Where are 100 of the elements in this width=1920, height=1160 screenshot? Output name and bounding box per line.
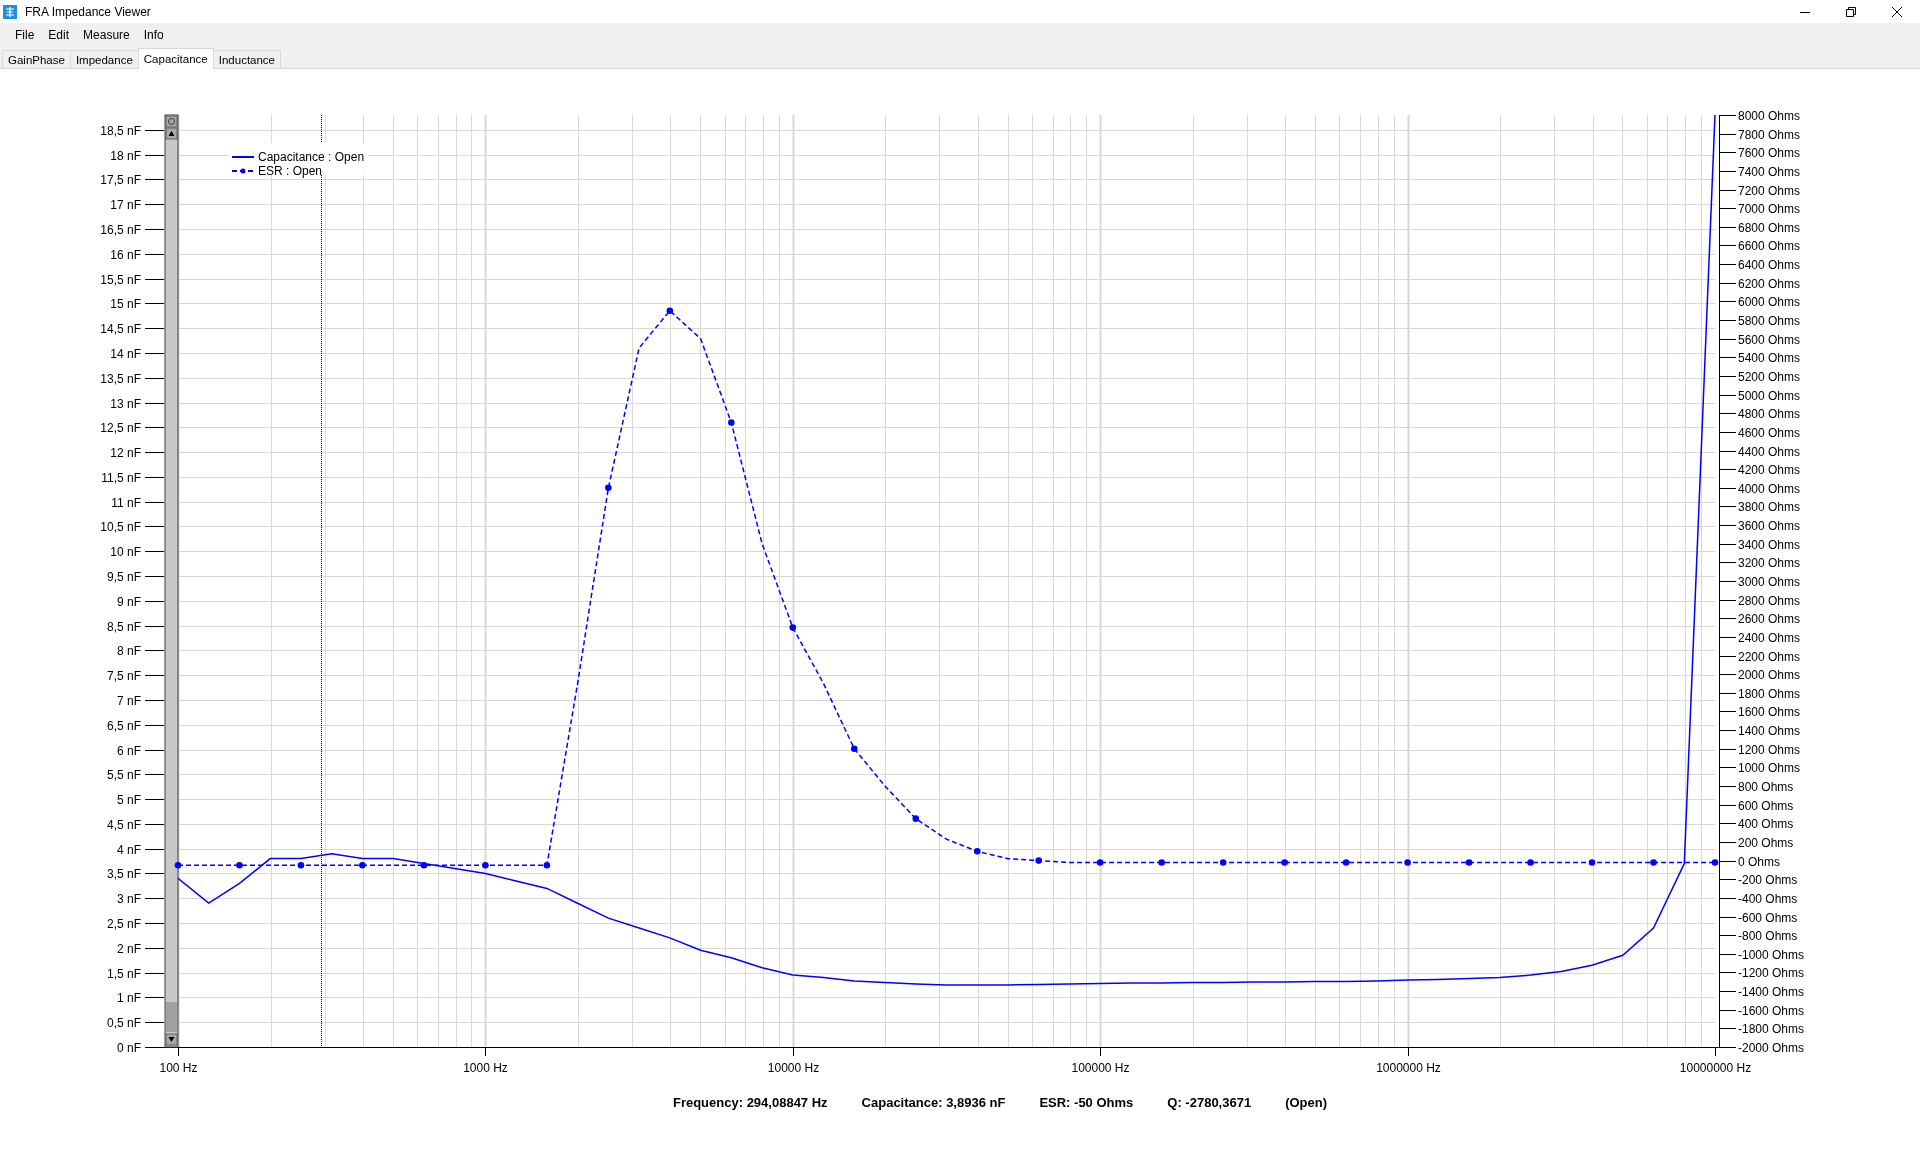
data-point <box>789 624 797 631</box>
menu-item[interactable]: File <box>8 24 42 45</box>
axis-label: 4,5 nF <box>106 817 141 832</box>
axis-label: 2800 Ohms <box>1738 593 1801 608</box>
axis-label: 5800 Ohms <box>1738 313 1801 328</box>
axis-label: 200 Ohms <box>1738 835 1794 850</box>
readout-text: Frequency: 294,08847 Hz <box>672 1095 828 1110</box>
axis-label: 10 nF <box>110 544 141 559</box>
axis-label: 4200 Ohms <box>1738 462 1801 477</box>
axis-label: 1200 Ohms <box>1738 742 1801 757</box>
axis-label: -1200 Ohms <box>1738 965 1805 980</box>
axis-label: -400 Ohms <box>1738 891 1798 906</box>
axis-label: -600 Ohms <box>1738 910 1798 925</box>
axis-label: 2200 Ohms <box>1738 649 1801 664</box>
data-point <box>297 861 305 869</box>
axis-label: 2000 Ohms <box>1738 667 1801 682</box>
axis-label: 18,5 nF <box>100 123 141 138</box>
data-point <box>1096 859 1104 866</box>
close-icon <box>1892 6 1902 17</box>
axis-label: 7800 Ohms <box>1738 127 1801 142</box>
axis-label: 7,5 nF <box>106 668 141 683</box>
scroll-up-button[interactable] <box>165 127 178 140</box>
axis-label: 1000 Ohms <box>1738 760 1801 775</box>
data-point <box>420 861 428 869</box>
data-point <box>1650 859 1657 866</box>
scrollbar[interactable] <box>164 114 179 1048</box>
menu-item[interactable]: Edit <box>41 24 77 45</box>
axis-label: 16,5 nF <box>100 222 141 237</box>
data-point <box>1404 859 1411 866</box>
axis-label: 3000 Ohms <box>1738 574 1801 589</box>
axis-label: 9 nF <box>117 594 141 609</box>
restore-icon <box>1846 6 1856 17</box>
axis-label: 5200 Ohms <box>1738 369 1801 384</box>
tab[interactable]: Capacitance <box>137 48 214 69</box>
axis-label: 3200 Ohms <box>1738 555 1801 570</box>
axis-label: 10,5 nF <box>100 519 141 534</box>
axis-label: 17 nF <box>110 197 141 212</box>
axis-label: 6800 Ohms <box>1738 220 1801 235</box>
tab[interactable]: Impedance <box>69 50 139 68</box>
axis-label: 17,5 nF <box>100 172 141 187</box>
axis-label: 6,5 nF <box>106 718 141 733</box>
axis-label: 4400 Ohms <box>1738 444 1801 459</box>
axis-label: 15,5 nF <box>100 272 141 287</box>
axis-label: 14,5 nF <box>100 321 141 336</box>
tab[interactable]: Inductance <box>212 50 281 68</box>
axis-label: 4800 Ohms <box>1738 406 1801 421</box>
axis-label: 11 nF <box>111 495 141 510</box>
axis-label: 4 nF <box>117 842 141 857</box>
data-point <box>1527 859 1534 866</box>
readout-text: Q: -2780,3671 <box>1167 1095 1252 1110</box>
data-point <box>1035 857 1042 864</box>
legend-symbol <box>231 168 255 174</box>
tab[interactable]: GainPhase <box>2 50 71 68</box>
axis-label: 1000000 Hz <box>1376 1061 1441 1075</box>
axis-label: 6400 Ohms <box>1738 257 1801 272</box>
data-point <box>1588 859 1596 866</box>
data-point <box>174 861 182 869</box>
menu-item[interactable]: Measure <box>76 24 137 45</box>
axis-label: 7400 Ohms <box>1738 164 1801 179</box>
axis-label: 2400 Ohms <box>1738 630 1801 645</box>
axis-label: -1000 Ohms <box>1738 947 1805 962</box>
data-point <box>236 861 243 869</box>
zoom-reset-button[interactable] <box>165 115 178 128</box>
axis-label: 3,5 nF <box>106 866 141 881</box>
axis-label: 7000 Ohms <box>1738 201 1801 216</box>
axis-label: -200 Ohms <box>1738 872 1798 887</box>
data-point <box>666 307 674 314</box>
readout-text: ESR: -50 Ohms <box>1039 1095 1134 1110</box>
axis-label: 3800 Ohms <box>1738 499 1801 514</box>
data-point <box>851 745 858 753</box>
data-point <box>1158 859 1165 866</box>
axis-label: 2600 Ohms <box>1738 611 1801 626</box>
axis-label: 7200 Ohms <box>1738 183 1801 198</box>
data-point <box>1281 859 1288 866</box>
axis-label: 400 Ohms <box>1738 816 1794 831</box>
data-point <box>482 861 489 869</box>
axis-label: -1600 Ohms <box>1738 1003 1805 1018</box>
legend-label: ESR : Open <box>258 164 323 178</box>
window-title: FRA Impedance Viewer <box>25 4 152 19</box>
axis-label: 4000 Ohms <box>1738 481 1801 496</box>
axis-label: 8,5 nF <box>106 619 141 634</box>
data-point <box>1711 859 1719 866</box>
menu-item[interactable]: Info <box>136 24 171 45</box>
scroll-down-button[interactable] <box>165 1033 178 1046</box>
axis-label: 8000 Ohms <box>1738 108 1801 123</box>
axis-label: 9,5 nF <box>106 569 141 584</box>
axis-label: 14 nF <box>110 346 141 361</box>
axis-label: 7 nF <box>117 693 141 708</box>
data-point <box>543 861 551 869</box>
axis-label: 7600 Ohms <box>1738 145 1801 160</box>
axis-label: 5600 Ohms <box>1738 332 1801 347</box>
axis-label: -800 Ohms <box>1738 928 1798 943</box>
axis-label: 10000000 Hz <box>1679 1061 1752 1075</box>
data-point <box>1219 859 1227 866</box>
axis-label: 2,5 nF <box>106 916 141 931</box>
axis-label: 12 nF <box>110 445 141 460</box>
axis-label: 18 nF <box>110 148 141 163</box>
axis-label: -2000 Ohms <box>1738 1040 1805 1055</box>
readout-text: Capacitance: 3,8936 nF <box>861 1095 1006 1110</box>
axis-label: 5400 Ohms <box>1738 350 1801 365</box>
